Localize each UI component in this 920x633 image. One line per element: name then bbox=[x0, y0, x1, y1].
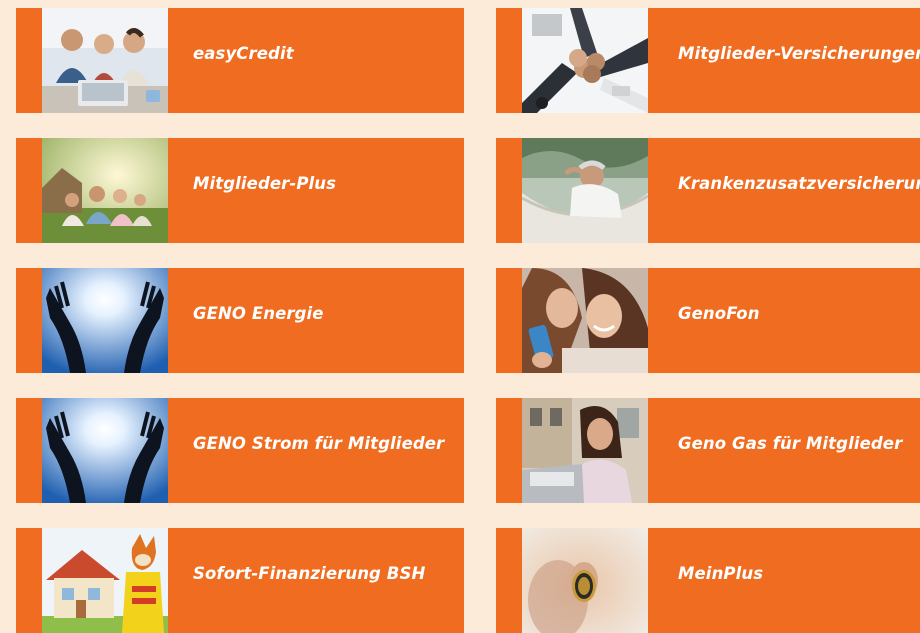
fist-bump-photo bbox=[522, 8, 648, 113]
man-hammock-photo bbox=[522, 138, 648, 243]
girls-phone-photo bbox=[522, 268, 648, 373]
tile-meinplus[interactable]: MeinPlus bbox=[496, 528, 920, 633]
tile-mitglieder-plus[interactable]: Mitglieder-Plus bbox=[16, 138, 464, 243]
tile-geno-strom[interactable]: GENO Strom für Mitglieder bbox=[16, 398, 464, 503]
tile-label: GenoFon bbox=[678, 304, 760, 323]
offer-grid: easyCredit Mitglieder-Versicherungen Mit… bbox=[0, 0, 920, 633]
house-fox-photo bbox=[42, 528, 168, 633]
tile-label: GENO Strom für Mitglieder bbox=[193, 434, 445, 453]
tile-label: Mitglieder-Versicherungen bbox=[678, 44, 920, 63]
hands-sun-photo bbox=[42, 398, 168, 503]
tile-genofon[interactable]: GenoFon bbox=[496, 268, 920, 373]
tile-label: Sofort-Finanzierung BSH bbox=[193, 564, 426, 583]
girl-laptop-photo bbox=[522, 398, 648, 503]
tile-geno-energie[interactable]: GENO Energie bbox=[16, 268, 464, 373]
tile-sofort-finanzierung[interactable]: Sofort-Finanzierung BSH bbox=[16, 528, 464, 633]
tile-krankenzusatzversicherung[interactable]: Krankenzusatzversicherung bbox=[496, 138, 920, 243]
hands-sun-photo bbox=[42, 268, 168, 373]
tile-easycredit[interactable]: easyCredit bbox=[16, 8, 464, 113]
tile-label: GENO Energie bbox=[193, 304, 324, 323]
coin-hand-photo bbox=[522, 528, 648, 633]
tile-label: easyCredit bbox=[193, 44, 294, 63]
tile-geno-gas[interactable]: Geno Gas für Mitglieder bbox=[496, 398, 920, 503]
family-lawn-photo bbox=[42, 138, 168, 243]
tile-label: Krankenzusatzversicherung bbox=[678, 174, 920, 193]
tile-label: MeinPlus bbox=[678, 564, 764, 583]
tile-mitglieder-versicherungen[interactable]: Mitglieder-Versicherungen bbox=[496, 8, 920, 113]
family-laptop-photo bbox=[42, 8, 168, 113]
tile-label: Geno Gas für Mitglieder bbox=[678, 434, 903, 453]
tile-label: Mitglieder-Plus bbox=[193, 174, 337, 193]
